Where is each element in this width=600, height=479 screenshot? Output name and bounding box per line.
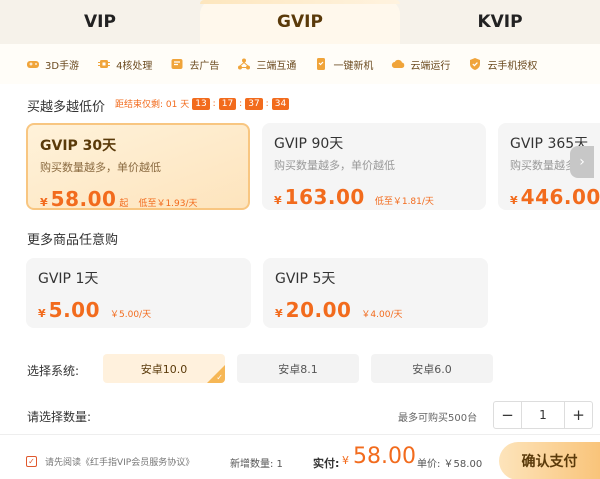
paid-label: 实付: <box>313 457 340 470</box>
package-desc: 购买数量越多，单价越低 <box>40 161 161 174</box>
price-from-tag: 起 <box>119 199 129 209</box>
next-arrow-button[interactable]: › <box>570 146 594 178</box>
currency-symbol: ¥ <box>40 196 48 209</box>
add-count: 新增数量: 1 <box>230 459 283 470</box>
feature-sync: 三端互通 <box>237 57 296 72</box>
tab-gvip[interactable]: GVIP <box>200 0 400 44</box>
package-name: GVIP 30天 <box>40 138 117 154</box>
system-option-android10[interactable]: 安卓10.0 ✓ <box>103 354 225 383</box>
tab-kvip[interactable]: KVIP <box>400 0 600 44</box>
more-products-title: 更多商品任意购 <box>27 233 119 248</box>
promo-title: 买越多越低价 <box>27 100 106 115</box>
gamepad-icon <box>26 57 40 71</box>
package-card-5d[interactable]: GVIP 5天 ¥ 20.00 ￥4.00/天 <box>263 258 488 328</box>
membership-tabs: VIP GVIP KVIP <box>0 0 600 44</box>
countdown-seconds: 37 <box>245 97 263 110</box>
quantity-stepper: − + <box>493 401 593 429</box>
system-option-android8[interactable]: 安卓8.1 <box>237 354 359 383</box>
shield-check-icon <box>468 57 482 71</box>
countdown-hours: 13 <box>192 97 210 110</box>
package-price: 163.00 <box>284 185 365 209</box>
agreement-link[interactable]: 请先阅读《红手指VIP会员服务协议》 <box>45 455 194 468</box>
package-card-90d[interactable]: GVIP 90天 购买数量越多，单价越低 ¥ 163.00 低至￥1.81/天 <box>262 123 486 210</box>
feature-3d-games: 3D手游 <box>26 57 79 72</box>
package-price: 5.00 <box>48 298 101 322</box>
countdown: 距结束仅剩: 01 天 13: 17: 37: 34 <box>115 97 292 110</box>
paid-amount: 58.00 <box>353 444 416 469</box>
package-unit-price: ￥4.00/天 <box>361 310 403 320</box>
feature-new-device: 一键新机 <box>314 57 373 72</box>
package-card-1d[interactable]: GVIP 1天 ¥ 5.00 ￥5.00/天 <box>26 258 251 328</box>
countdown-label: 距结束仅剩: 01 天 <box>115 100 190 110</box>
package-unit-price: ￥5.00/天 <box>110 310 152 320</box>
confirm-pay-button[interactable]: 确认支付 <box>499 442 600 479</box>
package-name: GVIP 1天 <box>38 271 99 287</box>
new-device-icon <box>314 57 328 71</box>
feature-no-ads: 去广告 <box>170 57 219 72</box>
currency-symbol: ¥ <box>38 307 46 320</box>
system-label: 选择系统: <box>27 364 80 378</box>
package-card-30d[interactable]: GVIP 30天 购买数量越多，单价越低 ¥ 58.00 起 低至￥1.93/天 <box>26 123 250 211</box>
check-icon: ✓ <box>216 373 223 382</box>
quantity-max-text: 最多可购买500台 <box>398 413 478 424</box>
quantity-minus-button[interactable]: − <box>494 402 522 428</box>
cloud-icon <box>391 57 405 71</box>
quantity-plus-button[interactable]: + <box>564 402 592 428</box>
quantity-label: 请选择数量: <box>27 410 92 424</box>
chip-icon <box>97 57 111 71</box>
agreement-checkbox[interactable]: ✓ <box>26 456 37 467</box>
package-price: 58.00 <box>50 187 117 211</box>
feature-strip: 3D手游 4核处理 去广告 三端互通 一键新机 云端运行 云手机授权 <box>0 44 600 84</box>
chevron-right-icon: › <box>579 154 585 170</box>
package-unit-price: 低至￥1.93/天 <box>138 199 198 209</box>
no-ads-icon <box>170 57 184 71</box>
package-name: GVIP 5天 <box>275 271 336 287</box>
package-price: 20.00 <box>285 298 352 322</box>
paid-currency: ¥ <box>342 454 349 467</box>
countdown-millis: 34 <box>271 97 290 110</box>
package-desc: 购买数量越多，单价越低 <box>274 159 395 172</box>
currency-symbol: ¥ <box>274 194 282 207</box>
tab-vip[interactable]: VIP <box>0 0 200 44</box>
currency-symbol: ¥ <box>275 307 283 320</box>
unit-price: 单价: ￥58.00 <box>417 459 483 470</box>
quantity-input[interactable] <box>522 402 564 428</box>
package-price: 446.00 <box>520 185 600 209</box>
system-option-android6[interactable]: 安卓6.0 <box>371 354 493 383</box>
package-unit-price: 低至￥1.81/天 <box>374 197 434 207</box>
feature-cloud-run: 云端运行 <box>391 57 450 72</box>
currency-symbol: ¥ <box>510 194 518 207</box>
sync-icon <box>237 57 251 71</box>
package-name: GVIP 90天 <box>274 136 344 152</box>
feature-4-core: 4核处理 <box>97 57 152 72</box>
countdown-minutes: 17 <box>218 97 237 110</box>
feature-cloud-phone-auth: 云手机授权 <box>468 57 537 72</box>
